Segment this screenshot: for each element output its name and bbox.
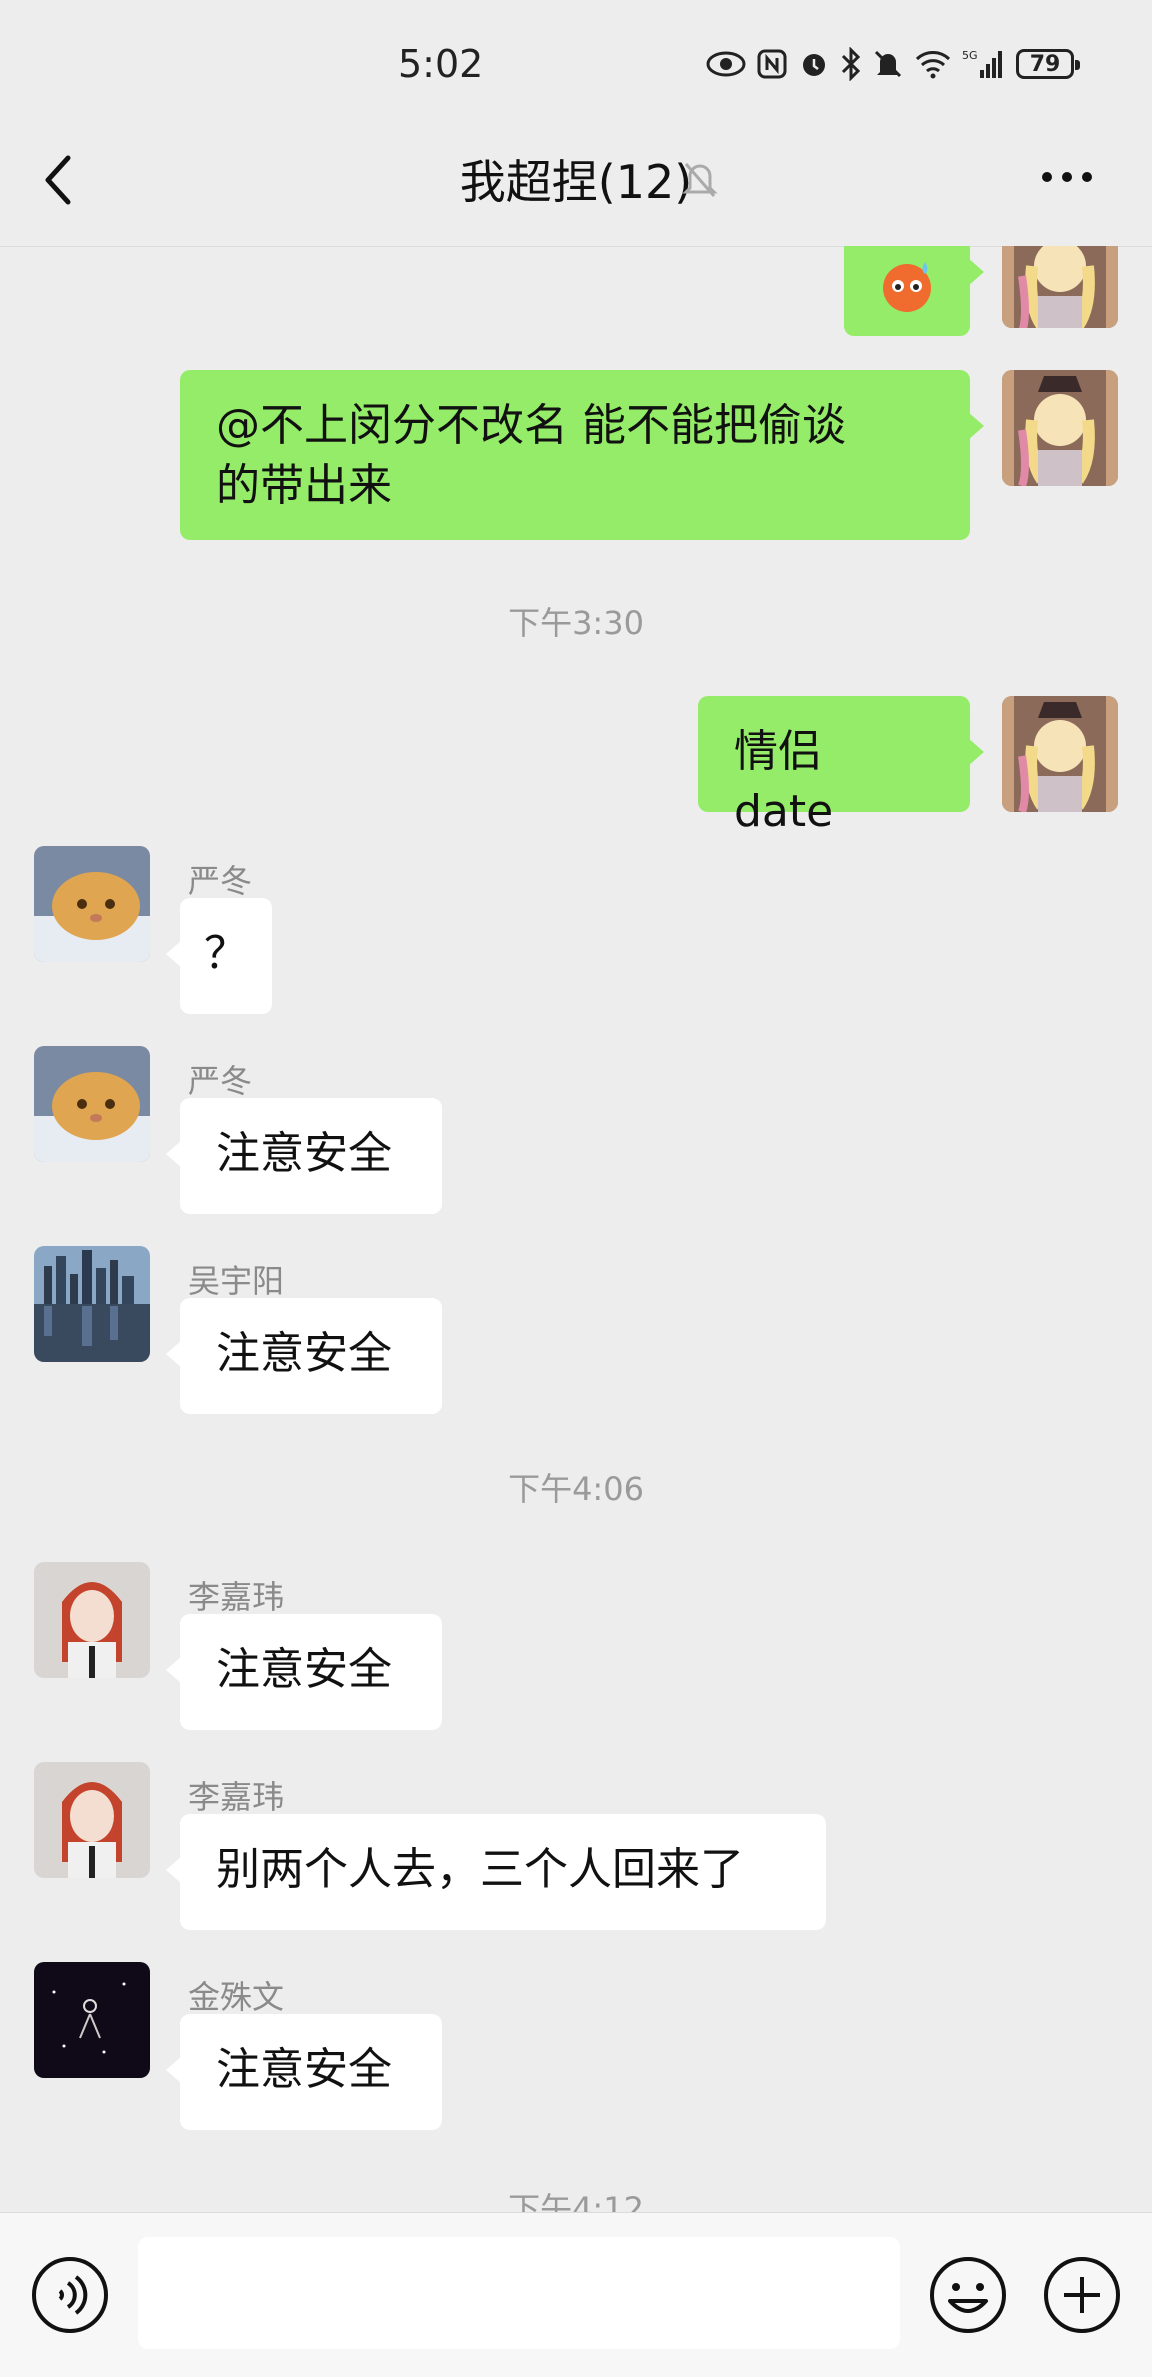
signal-icon: 5G (962, 49, 1002, 78)
avatar[interactable] (1002, 696, 1118, 812)
message-text: 注意安全 (216, 2044, 392, 2095)
avatar[interactable] (1002, 246, 1118, 328)
status-icons: 5G 79 (706, 44, 1080, 84)
sender-name: 严冬 (188, 1062, 253, 1100)
avatar[interactable] (34, 846, 150, 962)
message-text: 注意安全 (216, 1328, 392, 1379)
avatar[interactable] (34, 1962, 150, 2078)
avatar[interactable] (1002, 370, 1118, 486)
message-bubble[interactable]: 别两个人去，三个人回来了 (166, 1814, 826, 1930)
sender-name: 金殊文 (188, 1978, 285, 2016)
message-row: 李嘉玮 别两个人去，三个人回来了 (0, 1762, 1152, 1932)
sender-name: 李嘉玮 (188, 1578, 285, 1616)
timestamp: 下午4:12 (508, 2190, 644, 2212)
message-bubble[interactable] (844, 246, 984, 336)
avatar[interactable] (34, 1762, 150, 1878)
message-bubble[interactable]: @不上闵分不改名 能不能把偷谈 的带出来 (180, 370, 984, 540)
message-row: 严冬 ？ (0, 846, 1152, 1016)
timestamp: 下午4:06 (508, 1470, 644, 1508)
message-text: ？ (204, 928, 248, 979)
more-options-icon[interactable] (1040, 170, 1094, 184)
sender-name: 吴宇阳 (188, 1262, 285, 1300)
voice-input-icon[interactable] (30, 2255, 110, 2335)
avatar[interactable] (34, 1246, 150, 1362)
message-bubble[interactable]: 注意安全 (166, 2014, 442, 2130)
timestamp: 下午3:30 (508, 604, 644, 642)
sender-name: 严冬 (188, 862, 253, 900)
alarm-icon (803, 54, 825, 76)
message-row: 李嘉玮 注意安全 (0, 1562, 1152, 1732)
message-row (0, 246, 1152, 336)
avatar[interactable] (34, 1046, 150, 1162)
message-input[interactable] (138, 2237, 900, 2349)
message-row: 严冬 注意安全 (0, 1046, 1152, 1216)
chat-header: 我超捏(12) (0, 130, 1152, 247)
svg-text:5G: 5G (962, 49, 978, 62)
wifi-icon (915, 51, 951, 79)
message-text: 注意安全 (216, 1128, 392, 1179)
battery-indicator: 79 (1016, 49, 1080, 79)
sweat-emoji-icon (883, 262, 931, 312)
eye-icon (706, 51, 746, 77)
message-row: 金殊文 注意安全 (0, 1962, 1152, 2132)
chat-title: 我超捏(12) (459, 155, 693, 209)
message-bubble[interactable]: 注意安全 (166, 1614, 442, 1730)
emoji-icon[interactable] (928, 2255, 1008, 2335)
bell-muted-icon (874, 50, 902, 78)
input-bar (0, 2212, 1152, 2377)
message-bubble[interactable]: 情侣 date (698, 696, 984, 837)
message-list[interactable]: @不上闵分不改名 能不能把偷谈 的带出来 下午3:30 情侣 date 严冬 ？… (0, 246, 1152, 2212)
message-row: 吴宇阳 注意安全 (0, 1246, 1152, 1416)
message-text: 的带出来 (216, 460, 392, 511)
plus-icon[interactable] (1042, 2255, 1122, 2335)
avatar[interactable] (34, 1562, 150, 1678)
nfc-icon (757, 49, 787, 79)
message-text: @不上闵分不改名 能不能把偷谈 (216, 400, 846, 451)
message-bubble[interactable]: 注意安全 (166, 1098, 442, 1214)
status-time: 5:02 (398, 42, 484, 86)
sender-name: 李嘉玮 (188, 1778, 285, 1816)
message-row: 情侣 date (0, 696, 1152, 837)
message-text: 别两个人去，三个人回来了 (216, 1844, 744, 1895)
message-row: @不上闵分不改名 能不能把偷谈 的带出来 (0, 370, 1152, 540)
message-bubble[interactable]: 注意安全 (166, 1298, 442, 1414)
message-bubble[interactable]: ？ (166, 898, 272, 1014)
message-text: 注意安全 (216, 1644, 392, 1695)
status-bar: 5:02 5G 79 (0, 0, 1152, 130)
bluetooth-icon (841, 47, 861, 81)
message-text: 情侣 date (734, 726, 834, 837)
mute-bell-icon (682, 163, 718, 197)
